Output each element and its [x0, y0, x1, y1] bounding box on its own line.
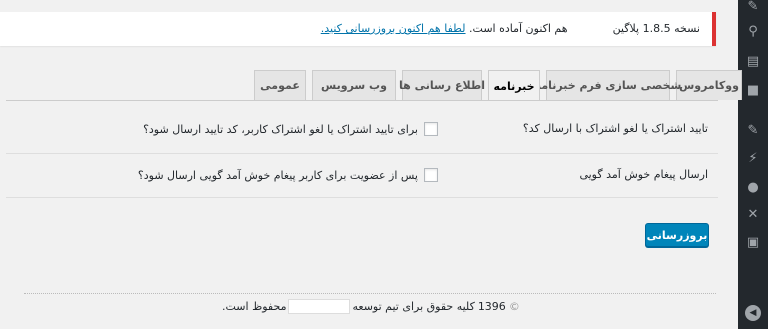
update-notice: نسخه 1.8.5 پلاگین هم اکنون آماده است. لط… [0, 12, 716, 46]
notice-plugin-word: پلاگین [612, 22, 640, 35]
checkbox-label: پس از عضویت برای کاربر پیغام خوش آمد گوی… [137, 168, 418, 182]
comments-icon[interactable]: ■ [746, 84, 760, 98]
tab-notifications[interactable]: اطلاع رسانی ها [399, 70, 485, 100]
wp-logo-icon[interactable]: ⚲ [746, 25, 760, 39]
copyright-symbol: © [508, 300, 520, 313]
welcome-message-checkbox[interactable] [424, 168, 438, 182]
settings-tabs: عمومی وب سرویس اطلاع رسانی ها خبرنامه شخ… [248, 70, 742, 101]
pages-icon[interactable]: ▤ [746, 55, 760, 69]
setting-label: تایید اشتراک یا لغو اشتراک با ارسال کد؟ [522, 122, 708, 135]
verify-code-option[interactable]: برای تایید اشتراک یا لغو اشتراک کاربر، ک… [143, 122, 438, 136]
footer-divider [24, 293, 716, 294]
tab-general[interactable]: عمومی [254, 70, 306, 100]
copyright-year: 1396 [477, 300, 506, 313]
welcome-message-option[interactable]: پس از عضویت برای کاربر پیغام خوش آمد گوی… [138, 168, 438, 182]
notice-ready-text: هم اکنون آماده است. [469, 22, 568, 35]
plugin-version: 1.8.5 [642, 22, 671, 35]
tab-newsletter-form[interactable]: شخصی سازی فرم خبرنامه [535, 70, 681, 100]
appearance-icon[interactable]: ✎ [746, 124, 760, 138]
users-icon[interactable]: ● [746, 181, 760, 195]
tabs-divider [6, 100, 718, 101]
redacted-team-name [288, 299, 351, 314]
save-button[interactable]: بروزرسانی [645, 223, 709, 247]
plugins-icon[interactable]: ⚡ [746, 152, 760, 166]
update-now-link[interactable]: لطفا هم اکنون بروزرسانی کنید. [321, 22, 466, 35]
checkbox-label: برای تایید اشتراک یا لغو اشتراک کاربر، ک… [143, 122, 418, 136]
collapse-icon[interactable]: ◀ [745, 305, 761, 321]
footer-copyright: © 1396 کلیه حقوق برای تیم توسعه محفوظ اس… [222, 299, 520, 314]
tab-woocommerce[interactable]: ووکامروس [676, 70, 742, 100]
copyright-suffix: محفوظ است. [222, 300, 287, 313]
notice-text: نسخه 1.8.5 پلاگین هم اکنون آماده است. لط… [321, 22, 700, 35]
setting-label: ارسال پیغام خوش آمد گویی [579, 168, 708, 181]
admin-menu-bar: ✎ ⚲ ▤ ■ ✎ ⚡ ● ✕ ▣ ◀ [738, 0, 768, 329]
row-divider [6, 197, 718, 198]
notice-prefix: نسخه [674, 22, 700, 35]
tab-web-service[interactable]: وب سرویس [312, 70, 396, 100]
tab-newsletter[interactable]: خبرنامه [488, 70, 540, 101]
settings-icon[interactable]: ▣ [746, 236, 760, 250]
pin-icon[interactable]: ✎ [746, 0, 760, 14]
verify-code-checkbox[interactable] [424, 122, 438, 136]
row-divider [6, 153, 718, 154]
tools-icon[interactable]: ✕ [746, 208, 760, 222]
copyright-text: کلیه حقوق برای تیم توسعه [352, 300, 475, 313]
